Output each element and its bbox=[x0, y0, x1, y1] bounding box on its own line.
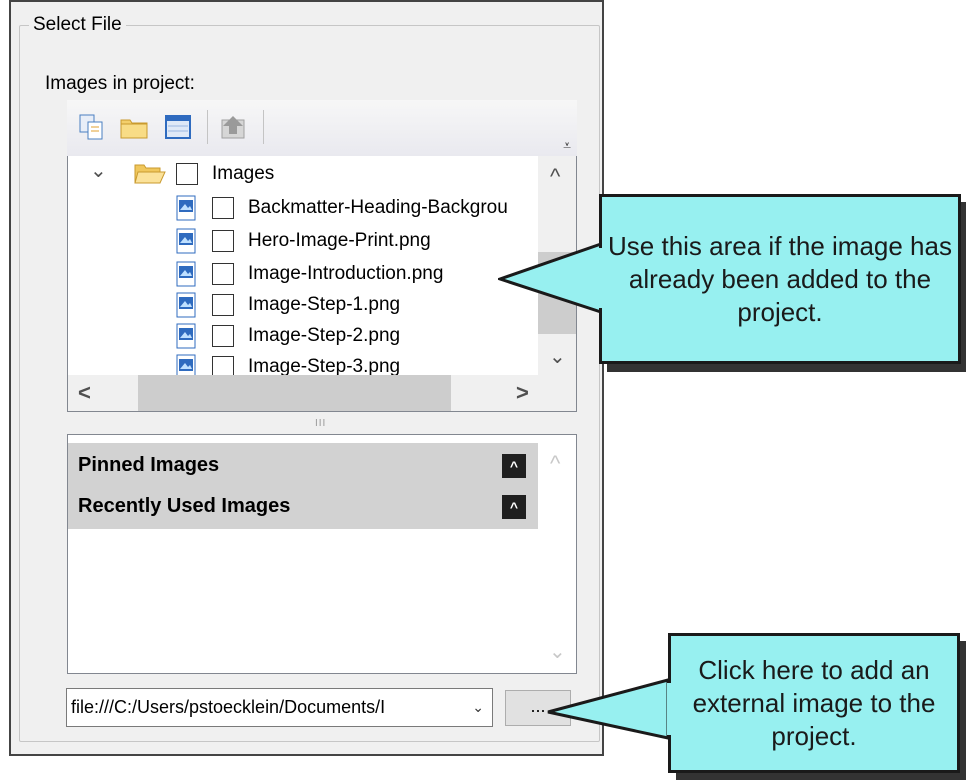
collapse-chevron-icon[interactable]: ^ bbox=[502, 495, 526, 519]
pinned-recent-images-list[interactable]: Pinned Images ^ Recently Used Images ^ ^… bbox=[67, 434, 577, 674]
file-checkbox[interactable] bbox=[212, 197, 234, 219]
scroll-down-icon[interactable]: ⌄ bbox=[549, 641, 566, 663]
callout-pointer bbox=[547, 678, 670, 740]
callout-pointer bbox=[498, 242, 603, 314]
horizontal-scroll-thumb[interactable] bbox=[138, 375, 451, 411]
folder-icon[interactable] bbox=[119, 112, 149, 142]
toolbar-separator bbox=[263, 110, 264, 144]
dropdown-chevron-icon[interactable]: ⌄ bbox=[472, 689, 484, 726]
file-path-combobox[interactable]: file:///C:/Users/pstoecklein/Documents/I… bbox=[66, 688, 493, 727]
tree-file-row[interactable]: Image-Step-1.png bbox=[68, 289, 538, 320]
tree-node-images[interactable]: ⌄ Images bbox=[68, 158, 538, 189]
file-name: Image-Step-2.png bbox=[248, 325, 401, 346]
image-file-icon bbox=[176, 292, 196, 318]
file-name: Image-Introduction.png bbox=[248, 263, 444, 284]
file-name: Image-Step-1.png bbox=[248, 294, 401, 315]
scroll-right-icon[interactable]: > bbox=[516, 382, 529, 404]
tree-file-row[interactable]: Hero-Image-Print.png bbox=[68, 225, 538, 256]
images-folder-checkbox[interactable] bbox=[176, 163, 198, 185]
images-toolbar: ⩡ bbox=[67, 100, 577, 156]
select-file-panel: Select File Images in project: ⩡ ⌄ Image… bbox=[9, 0, 604, 756]
list-vertical-scrollbar[interactable]: ^ ⌄ bbox=[538, 435, 576, 673]
tree-node-label: Images bbox=[212, 163, 275, 184]
expand-chevron-icon[interactable]: ⌄ bbox=[90, 160, 107, 182]
file-checkbox[interactable] bbox=[212, 294, 234, 316]
copy-icon[interactable] bbox=[77, 112, 107, 142]
tree-file-row[interactable]: Image-Step-2.png bbox=[68, 320, 538, 351]
scroll-up-icon[interactable]: ^ bbox=[550, 453, 560, 475]
callout-pointer-joint bbox=[667, 683, 679, 735]
callout-existing-image: Use this area if the image has already b… bbox=[599, 194, 961, 364]
scroll-left-icon[interactable]: < bbox=[78, 382, 91, 404]
callout-text: Click here to add an external image to t… bbox=[692, 654, 936, 751]
file-checkbox[interactable] bbox=[212, 263, 234, 285]
pinned-images-header[interactable]: Pinned Images ^ bbox=[68, 443, 538, 488]
tree-file-row[interactable]: Backmatter-Heading-Backgrou bbox=[68, 192, 538, 223]
group-title: Select File bbox=[29, 14, 126, 36]
callout-pointer-joint bbox=[598, 248, 610, 308]
images-in-project-label: Images in project: bbox=[45, 73, 195, 94]
recently-used-images-header[interactable]: Recently Used Images ^ bbox=[68, 484, 538, 529]
file-path-value[interactable]: file:///C:/Users/pstoecklein/Documents/I bbox=[71, 689, 455, 726]
splitter-grip-icon[interactable]: III bbox=[315, 418, 326, 429]
tree-file-row[interactable]: Image-Introduction.png bbox=[68, 258, 538, 289]
collapse-chevron-icon[interactable]: ^ bbox=[502, 454, 526, 478]
toolbar-separator bbox=[207, 110, 208, 144]
section-label: Recently Used Images bbox=[78, 495, 291, 517]
image-file-icon bbox=[176, 323, 196, 349]
image-file-icon bbox=[176, 228, 196, 254]
file-checkbox[interactable] bbox=[212, 325, 234, 347]
file-checkbox[interactable] bbox=[212, 230, 234, 252]
callout-external-image: Click here to add an external image to t… bbox=[668, 633, 960, 773]
file-name: Hero-Image-Print.png bbox=[248, 230, 431, 251]
overflow-chevron-icon[interactable]: ⩡ bbox=[563, 138, 571, 152]
image-file-icon bbox=[176, 261, 196, 287]
section-label: Pinned Images bbox=[78, 454, 220, 476]
scroll-down-icon[interactable]: ⌄ bbox=[549, 346, 566, 368]
file-name: Backmatter-Heading-Backgrou bbox=[248, 197, 508, 218]
scroll-up-icon[interactable]: ^ bbox=[550, 166, 560, 188]
callout-text: Use this area if the image has already b… bbox=[608, 230, 952, 327]
grid-view-icon[interactable] bbox=[163, 112, 193, 142]
image-file-icon bbox=[176, 195, 196, 221]
tree-horizontal-scrollbar[interactable]: < > bbox=[68, 375, 576, 411]
upload-icon[interactable] bbox=[219, 112, 249, 142]
